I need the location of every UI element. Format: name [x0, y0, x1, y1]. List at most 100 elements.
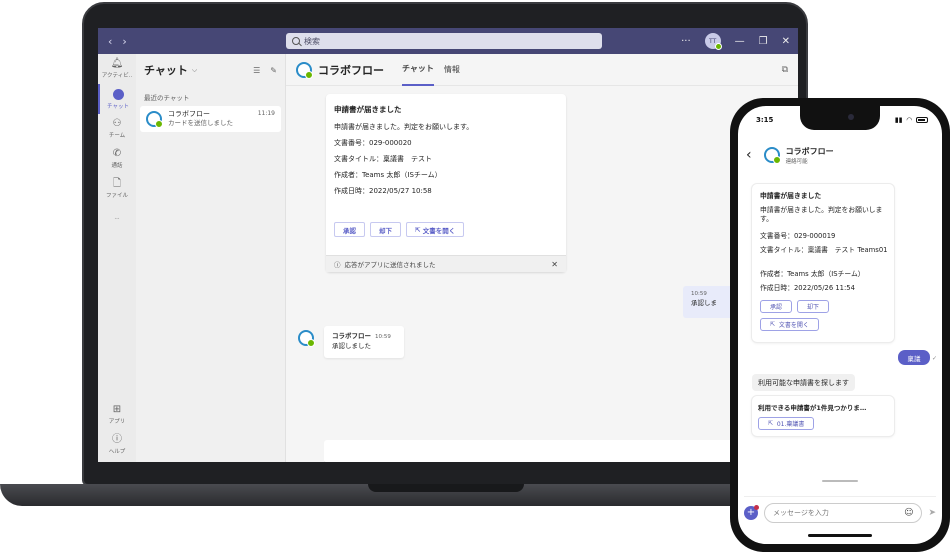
external-link-icon: ⇱ [415, 225, 423, 234]
app-rail: 🔔︎ アクティビ.. チャット ⚇ チーム ✆ 通話 🗋 ファイル ··· ⊞ … [98, 54, 136, 462]
chat-list-tools: ☰ ✎ [253, 66, 277, 75]
maximize-icon[interactable]: ❐ [759, 36, 768, 47]
rail-item-help[interactable]: ⓘ ヘルプ [98, 430, 136, 460]
search-icon [292, 37, 300, 45]
file-icon: 🗋 [112, 178, 122, 189]
chevron-down-icon[interactable]: ⌵ [192, 66, 197, 75]
pop-out-icon[interactable]: ⧉ [782, 65, 788, 75]
bell-icon: 🔔︎ [110, 58, 124, 69]
search-input[interactable]: 検索 [286, 33, 602, 49]
card-actions: 承認 却下 [760, 300, 830, 313]
rail-item-apps[interactable]: ⊞ アプリ [98, 400, 136, 430]
open-document-button[interactable]: ⇱ 文書を開く [406, 222, 465, 237]
card-doc-number: 文書番号：029-000020 [334, 139, 412, 147]
card-title: 申請書が届きました [334, 105, 402, 114]
mobile-header-title[interactable]: コラボフロー 連絡可能 [786, 146, 834, 165]
card-title: 申請書が届きました [760, 192, 822, 200]
rail-item-more[interactable]: ··· [98, 204, 136, 234]
rail-item-files[interactable]: 🗋 ファイル [98, 174, 136, 204]
back-arrow-icon[interactable]: ‹ [746, 147, 752, 163]
mobile-bot-name: コラボフロー [785, 146, 834, 156]
avatar[interactable]: TT [704, 33, 722, 50]
forward-arrow-icon[interactable]: › [122, 35, 126, 48]
rail-item-teams[interactable]: ⚇ チーム [98, 114, 136, 144]
marketing-composite: ‹ › 検索 ··· TT — ❐ ✕ 🔔︎ アクティビ.. チャット ⚇ チー… [0, 0, 950, 552]
message-sender: コラボフロー [332, 332, 371, 340]
close-icon[interactable]: ✕ [551, 260, 558, 269]
approve-button[interactable]: 承認 [334, 222, 365, 237]
card-doc-title: 文書タイトル：稟議書 テスト [334, 155, 432, 163]
message-header: コラボフロー 10:59 [332, 330, 396, 340]
approve-button[interactable]: 承認 [760, 300, 793, 313]
tab-chat[interactable]: チャット [402, 54, 434, 86]
bot-avatar [298, 330, 315, 347]
adaptive-card: 申請書が届きました 申請書が届きました。判定をお願いします。 文書番号：029-… [752, 184, 894, 342]
card-response-text: 応答がアプリに送信されました [344, 261, 436, 269]
phone-frame: 3:15 ▮▮ ◠ ‹ コラボフロー 連絡可能 申請書が届きました 申請書が届き… [730, 98, 950, 552]
chat-item-name: コラボフロー [168, 110, 210, 118]
message-input[interactable]: メッセージを入力 ☺ [764, 502, 923, 523]
conversation-pane: コラボフロー チャット 情報 ⧉ 申請書が届きました 申請書が届きました。判定を… [286, 54, 798, 462]
card-actions: 承認 却下 ⇱ 文書を開く [334, 222, 465, 237]
battery-icon [916, 117, 928, 123]
card-doc-number: 文書番号：029-000019 [760, 232, 836, 240]
minimize-icon[interactable]: — [735, 36, 745, 47]
drag-handle[interactable] [822, 480, 858, 482]
conversation-header: コラボフロー チャット 情報 ⧉ [286, 54, 798, 86]
card-author: 作成者：Teams 太郎（ISチーム） [334, 171, 442, 179]
external-link-icon: ⇱ [768, 420, 777, 427]
rail-label: ヘルプ [108, 449, 126, 455]
rail-label: チャット [107, 103, 129, 110]
open-document-button[interactable]: ⇱ 文書を開く [760, 318, 819, 331]
bot-avatar [296, 61, 313, 79]
close-icon[interactable]: ✕ [782, 36, 790, 47]
more-options-icon[interactable]: ··· [681, 36, 691, 47]
conversation-title: コラボフロー [318, 63, 384, 77]
list-item[interactable]: コラボフロー カードを送信しました 11:19 [140, 106, 281, 132]
rail-item-chat[interactable]: チャット [98, 84, 136, 114]
phone-icon: ✆ [112, 148, 122, 159]
card-message: 申請書が届きました。判定をお願いします。 [334, 123, 474, 131]
history-nav: ‹ › [108, 35, 127, 48]
rail-bottom: ⊞ アプリ ⓘ ヘルプ [98, 400, 136, 460]
compose-box[interactable] [324, 440, 798, 462]
result-title: 利用できる申請書が1件見つかりま… [758, 404, 867, 412]
emoji-icon[interactable]: ☺ [904, 508, 913, 518]
chat-item-preview: カードを送信しました [168, 119, 233, 127]
status-time: 3:15 [756, 116, 774, 124]
card-created: 作成日時：2022/05/26 11:54 [760, 284, 855, 292]
message-text: 承認しま [691, 299, 717, 307]
message-text: 承認しました [332, 342, 371, 350]
card-created: 作成日時：2022/05/27 10:58 [334, 187, 432, 195]
recent-section-label[interactable]: 最近のチャット [136, 86, 285, 106]
reject-button[interactable]: 却下 [370, 222, 401, 237]
window-controls: ··· TT — ❐ ✕ [681, 28, 790, 54]
info-icon: ⓘ [334, 261, 341, 269]
card-doc-title: 文書タイトル：稟議書 テスト Teams01 [760, 246, 888, 254]
card-response-banner: ⓘ 応答がアプリに送信されました ✕ [326, 255, 566, 272]
chat-list-title[interactable]: チャット [144, 62, 188, 78]
adaptive-card: 申請書が届きました 申請書が届きました。判定をお願いします。 文書番号：029-… [326, 94, 566, 272]
new-chat-icon[interactable]: ✎ [270, 66, 277, 75]
home-indicator [808, 534, 872, 537]
rail-item-calls[interactable]: ✆ 通話 [98, 144, 136, 174]
back-arrow-icon[interactable]: ‹ [108, 35, 112, 48]
read-receipt-icon: ✓ [932, 355, 938, 362]
tab-info[interactable]: 情報 [444, 54, 460, 86]
wifi-icon: ◠ [906, 116, 912, 124]
open-document-label: 文書を開く [778, 322, 809, 329]
bot-avatar [146, 111, 163, 128]
chat-item-text: コラボフロー カードを送信しました [168, 110, 233, 128]
teams-desktop-window: ‹ › 検索 ··· TT — ❐ ✕ 🔔︎ アクティビ.. チャット ⚇ チー… [98, 28, 798, 462]
reject-button[interactable]: 却下 [797, 300, 830, 313]
add-icon[interactable]: + [744, 504, 759, 520]
message-placeholder: メッセージを入力 [773, 508, 829, 517]
rail-item-activity[interactable]: 🔔︎ アクティビ.. [98, 54, 136, 84]
rail-label: アクティビ.. [101, 73, 133, 79]
send-icon[interactable]: ➤ [928, 508, 936, 518]
teams-icon: ⚇ [112, 118, 122, 129]
filter-icon[interactable]: ☰ [253, 66, 260, 75]
chat-item-time: 11:19 [257, 110, 275, 117]
result-document-button[interactable]: ⇱ 01.稟議書 [758, 417, 815, 430]
message-time: 10:59 [375, 334, 391, 340]
